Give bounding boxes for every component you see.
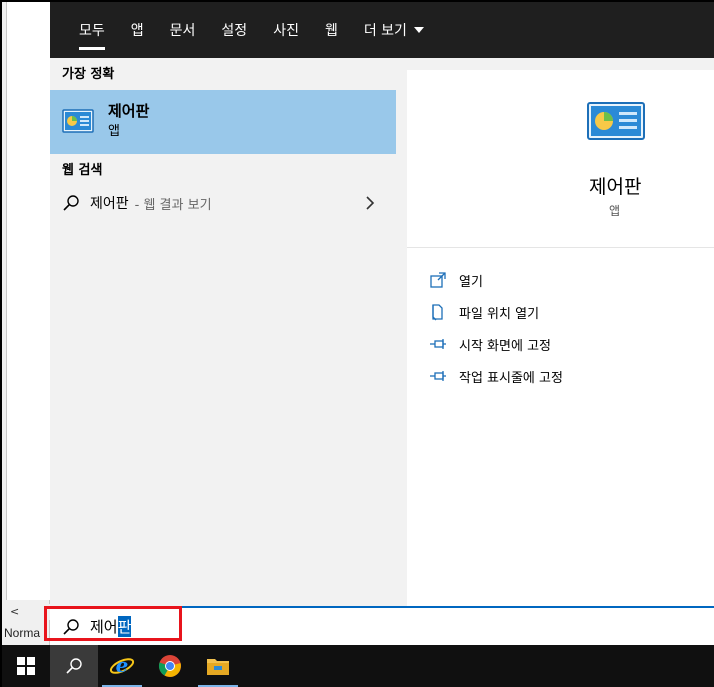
best-match-header: 가장 정확 [62, 67, 115, 82]
action-pin-to-taskbar[interactable]: 작업 표시줄에 고정 [407, 360, 714, 392]
search-icon [63, 195, 79, 211]
detail-pane: 제어판 앱 열기 파일 위치 열기 시작 화면에 고정 작업 표시줄에 고정 [407, 70, 714, 606]
tab-apps[interactable]: 앱 [118, 2, 157, 58]
action-open[interactable]: 열기 [407, 264, 714, 296]
web-search-query: 제어판 [90, 196, 129, 212]
tab-settings[interactable]: 설정 [208, 2, 260, 58]
tab-photos[interactable]: 사진 [260, 2, 312, 58]
web-search-result[interactable]: 제어판 - 웹 결과 보기 [50, 186, 396, 220]
taskbar-chrome[interactable] [146, 645, 194, 687]
file-location-icon [432, 304, 443, 321]
pin-icon [430, 339, 446, 349]
results-pane: 가장 정확 제어판 앱 웹 검색 제어판 - 웹 결과 보기 [50, 58, 396, 606]
action-open-file-location[interactable]: 파일 위치 열기 [407, 296, 714, 328]
web-search-header: 웹 검색 [62, 163, 103, 178]
detail-subtitle: 앱 [609, 204, 621, 218]
control-panel-icon [587, 102, 645, 140]
taskbar-internet-explorer[interactable]: e [98, 645, 146, 687]
tab-all[interactable]: 모두 [66, 2, 118, 58]
windows-start-icon [17, 657, 35, 675]
pin-icon [430, 371, 446, 381]
svg-text:e: e [116, 653, 129, 677]
taskbar-file-explorer[interactable] [194, 645, 242, 687]
tab-documents[interactable]: 문서 [157, 2, 209, 58]
web-search-hint: - 웹 결과 보기 [134, 197, 212, 213]
chevron-down-icon [413, 27, 424, 33]
tab-more[interactable]: 더 보기 [351, 2, 437, 58]
highlight-annotation-box [44, 606, 182, 641]
search-icon [66, 658, 82, 674]
control-panel-icon [62, 109, 94, 133]
chrome-icon [158, 655, 181, 677]
detail-actions: 열기 파일 위치 열기 시작 화면에 고정 작업 표시줄에 고정 [407, 248, 714, 392]
tab-web[interactable]: 웹 [312, 2, 351, 58]
best-match-result[interactable]: 제어판 앱 [50, 90, 396, 154]
open-icon [430, 272, 446, 288]
status-text: Norma [4, 626, 41, 640]
internet-explorer-icon: e [109, 653, 135, 677]
detail-header: 제어판 앱 [407, 70, 714, 248]
start-button[interactable] [2, 645, 50, 687]
background-app-window: < Norma [2, 2, 50, 645]
search-tabs: 모두 앱 문서 설정 사진 웹 더 보기 [50, 2, 714, 58]
action-pin-to-start[interactable]: 시작 화면에 고정 [407, 328, 714, 360]
chevron-right-icon[interactable] [362, 194, 378, 212]
taskbar-search-button[interactable] [50, 645, 98, 687]
file-explorer-icon [207, 659, 229, 675]
detail-title: 제어판 [589, 176, 642, 198]
best-match-subtitle: 앱 [108, 124, 120, 139]
scroll-left-arrow[interactable]: < [10, 605, 19, 618]
taskbar: e [2, 645, 714, 687]
background-app-content [6, 2, 50, 600]
best-match-title: 제어판 [108, 102, 150, 120]
search-flyout: 모두 앱 문서 설정 사진 웹 더 보기 가장 정확 제어판 앱 웹 검색 제어… [50, 2, 714, 645]
